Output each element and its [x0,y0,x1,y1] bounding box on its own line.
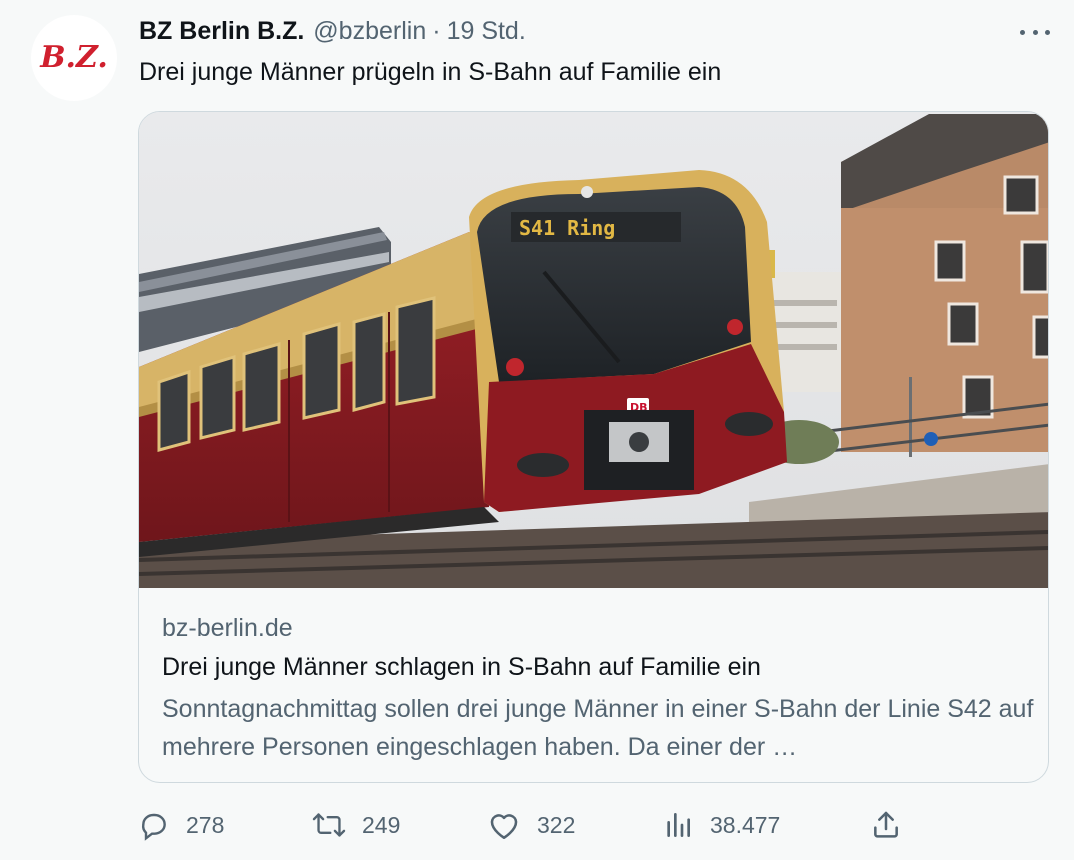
reply-icon [141,813,166,841]
card-description: Sonntagnachmittag sollen drei junge Männ… [162,695,1034,761]
link-card[interactable]: S41 Ring DB bz-berlin.de Drei junge Männ… [138,111,1049,783]
timestamp[interactable]: 19 Std. [447,17,526,46]
tweet-header: BZ Berlin B.Z. @bzberlin · 19 Std. [139,14,526,48]
share-button[interactable] [870,808,902,842]
author-name[interactable]: BZ Berlin B.Z. [139,17,304,46]
more-options-icon[interactable] [1020,20,1050,44]
separator-dot: · [432,16,441,45]
retweet-icon [312,813,346,837]
bz-logo-icon: B.Z. [39,40,108,75]
retweet-count: 249 [362,811,401,838]
author-handle[interactable]: @bzberlin [313,17,426,46]
heart-icon [490,814,518,840]
share-upload-icon [874,811,898,838]
retweet-button[interactable]: 249 [312,808,400,842]
views-bar-chart-icon [667,813,690,837]
svg-text:S41 Ring: S41 Ring [519,216,615,240]
reply-button[interactable]: 278 [138,808,224,842]
tweet[interactable]: B.Z. BZ Berlin B.Z. @bzberlin · 19 Std. … [0,0,1074,860]
train-photo: S41 Ring DB [139,112,1048,588]
like-count: 322 [537,811,576,838]
views-count: 38.477 [710,811,781,838]
card-title: Drei junge Männer schlagen in S-Bahn auf… [162,653,761,681]
card-image[interactable]: S41 Ring DB [139,112,1048,588]
like-button[interactable]: 322 [487,808,575,842]
views-button[interactable]: 38.477 [662,808,780,842]
avatar[interactable]: B.Z. [31,15,117,101]
card-domain: bz-berlin.de [162,614,293,642]
tweet-text: Drei junge Männer prügeln in S-Bahn auf … [139,58,722,86]
svg-text:B.Z.: B.Z. [39,40,108,75]
reply-count: 278 [186,811,225,838]
tweet-actions: 278 249 322 38.477 [138,808,1049,842]
